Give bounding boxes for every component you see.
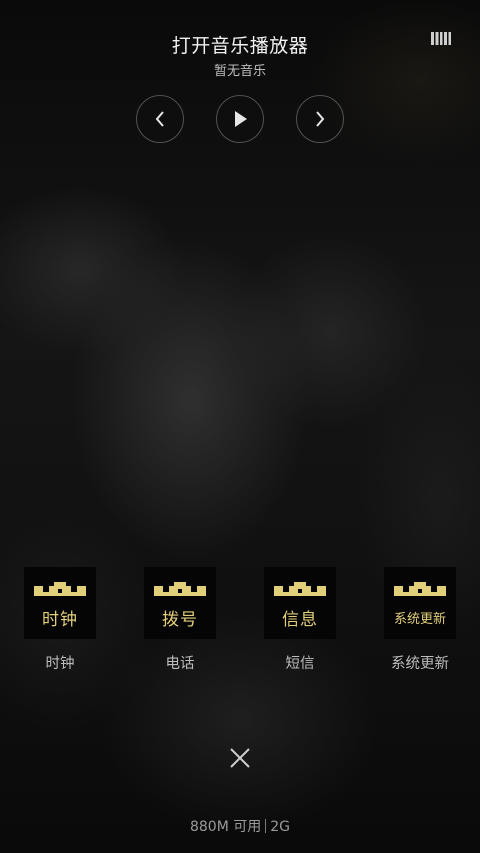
app-shortcuts: 时钟 时钟 拨号 电话 信息 短信 系统更新 系统更新 [0,567,480,677]
crown-logo-icon [394,582,446,596]
crown-logo-icon [154,582,206,596]
clock-app-icon: 时钟 [24,567,96,639]
music-title[interactable]: 打开音乐播放器 [0,31,480,58]
app-icon-text: 拨号 [162,610,198,630]
play-icon [235,111,247,127]
messages-app-icon: 信息 [264,567,336,639]
close-all-button[interactable] [229,747,251,769]
phone-app-icon: 拨号 [144,567,216,639]
crown-logo-icon [274,582,326,596]
next-button[interactable] [296,95,344,143]
app-clock[interactable]: 时钟 时钟 [5,567,115,673]
previous-icon [155,111,164,127]
close-icon [230,748,250,768]
memory-total: 2G [270,819,291,835]
crown-logo-icon [34,582,86,596]
app-icon-text: 时钟 [42,610,78,630]
app-messages[interactable]: 信息 短信 [245,567,355,673]
memory-available: 880M 可用 [189,819,262,835]
app-icon-text: 系统更新 [393,612,446,627]
app-system-update[interactable]: 系统更新 系统更新 [365,567,475,673]
next-icon [316,111,325,127]
app-label: 时钟 [45,656,75,672]
sound-bars-icon[interactable] [431,31,451,46]
app-phone[interactable]: 拨号 电话 [125,567,235,673]
system-update-app-icon: 系统更新 [384,567,456,639]
app-label: 系统更新 [391,656,449,672]
play-button[interactable] [216,95,264,143]
app-label: 电话 [165,656,195,672]
app-icon-text: 信息 [282,610,318,630]
memory-divider [265,819,267,833]
memory-status: 880M 可用 2G [0,816,480,836]
previous-button[interactable] [136,95,184,143]
recent-apps-screen: 打开音乐播放器 暂无音乐 时钟 时钟 拨号 电话 信息 短信 系统更新 系统更新… [0,0,480,853]
app-label: 短信 [285,656,315,672]
music-subtitle: 暂无音乐 [213,64,266,79]
